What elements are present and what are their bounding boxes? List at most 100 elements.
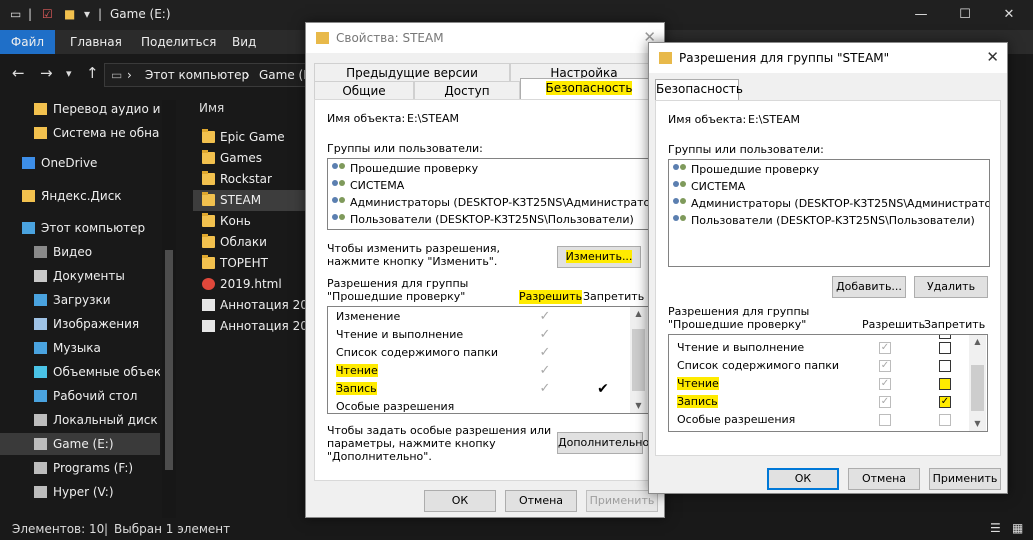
sidebar-item[interactable]: Изображения: [0, 313, 160, 335]
file-list-item[interactable]: Rockstar: [193, 169, 305, 190]
scroll-up-icon[interactable]: ▲: [630, 307, 647, 321]
file-list-item[interactable]: STEAM: [193, 190, 305, 211]
cancel-button[interactable]: Отмена: [848, 468, 920, 490]
file-list-item[interactable]: Облаки: [193, 232, 305, 253]
sidebar-item[interactable]: Hyper (V:): [0, 481, 160, 503]
sidebar-item[interactable]: Рабочий стол: [0, 385, 160, 407]
users-icon: [332, 180, 347, 192]
sidebar-item[interactable]: Документы: [0, 265, 160, 287]
up-arrow-icon[interactable]: ↑: [86, 64, 99, 82]
sidebar-item-label: Объемные объекть: [53, 365, 160, 379]
file-list-item[interactable]: TOPEHT: [193, 253, 305, 274]
change-button[interactable]: Изменить...: [557, 246, 641, 268]
sidebar-item[interactable]: Система не обнару:: [0, 122, 160, 144]
deny-checkbox[interactable]: ✓: [939, 396, 951, 408]
groups-list[interactable]: Прошедшие проверку СИСТЕМА Администраторы …: [668, 159, 990, 267]
sidebar-item[interactable]: Музыка: [0, 337, 160, 359]
details-view-icon[interactable]: ☰: [990, 521, 1001, 535]
sidebar-item[interactable]: Этот компьютер: [0, 217, 160, 239]
downloads-icon: [34, 294, 47, 306]
sidebar-item[interactable]: OneDrive: [0, 152, 160, 174]
sidebar-item[interactable]: Перевод аудио и ви: [0, 98, 160, 120]
sidebar-item[interactable]: Локальный диск (C:: [0, 409, 160, 431]
breadcrumb-chevron-icon[interactable]: ›: [245, 68, 250, 82]
allow-checkbox[interactable]: ✓: [879, 396, 891, 408]
sidebar-item[interactable]: Game (E:): [0, 433, 160, 455]
deny-checkbox[interactable]: [939, 360, 951, 372]
new-folder-icon[interactable]: ■: [64, 7, 75, 21]
forward-arrow-icon[interactable]: →: [40, 64, 53, 82]
maximize-icon[interactable]: ☐: [950, 4, 980, 26]
scrollbar-thumb[interactable]: [632, 329, 645, 391]
recent-locations-chevron-icon[interactable]: ▾: [66, 67, 72, 80]
ok-button[interactable]: ОК: [767, 468, 839, 490]
close-icon[interactable]: ✕: [994, 4, 1024, 26]
permission-label: Особые разрешения: [336, 400, 455, 413]
breadcrumb-this-pc[interactable]: Этот компьютер: [145, 68, 249, 82]
sidebar-item[interactable]: Programs (F:): [0, 457, 160, 479]
allow-checkbox[interactable]: [879, 414, 891, 426]
permissions-label-2: "Прошедшие проверку": [327, 290, 466, 303]
cancel-button[interactable]: Отмена: [505, 490, 577, 512]
sidebar-item[interactable]: Яндекс.Диск: [0, 185, 160, 207]
apply-button[interactable]: Применить: [929, 468, 1001, 490]
file-list-item[interactable]: Аннотация 2020: [193, 316, 305, 337]
allow-column-header: Разрешить: [862, 318, 926, 331]
change-hint-2: нажмите кнопку "Изменить".: [327, 255, 498, 268]
scroll-down-icon[interactable]: ▼: [969, 417, 986, 431]
deny-checkbox[interactable]: [939, 378, 951, 390]
scrollbar-thumb[interactable]: [971, 365, 984, 411]
file-list-item[interactable]: Epic Game: [193, 127, 305, 148]
quick-access-dropdown-icon[interactable]: ▾: [84, 7, 90, 21]
users-icon: [332, 197, 347, 209]
tab-previous-versions[interactable]: Предыдущие версии: [314, 63, 510, 83]
add-button[interactable]: Добавить...: [832, 276, 906, 298]
address-bar[interactable]: ▭ › Этот компьютер › Game (E:): [104, 63, 320, 87]
ok-button[interactable]: ОК: [424, 490, 496, 512]
allow-checkbox[interactable]: ✓: [879, 360, 891, 372]
deny-checkbox[interactable]: [939, 414, 951, 426]
window-menu-icon[interactable]: ▭: [10, 7, 21, 21]
object-name-value: E:\STEAM: [407, 112, 460, 125]
ribbon-tab-home[interactable]: Главная: [70, 35, 122, 49]
permissions-scrollbar[interactable]: ▲ ▼: [630, 307, 647, 413]
folder-icon: [202, 150, 215, 164]
ribbon-tab-file[interactable]: Файл: [0, 30, 55, 54]
allow-checkbox[interactable]: ✓: [879, 342, 891, 354]
advanced-button[interactable]: Дополнительно: [557, 432, 649, 454]
permissions-list: ▲ ▼ Чтение и выполнение ✓ Список содержимо…: [668, 334, 988, 432]
scrollbar-thumb[interactable]: [165, 250, 173, 470]
scroll-down-icon[interactable]: ▼: [630, 399, 647, 413]
back-arrow-icon[interactable]: ←: [12, 64, 25, 82]
file-list-item[interactable]: 2019.html: [193, 274, 305, 295]
deny-checkbox[interactable]: [939, 335, 951, 339]
properties-title-bar: Свойства: STEAM ✕: [306, 23, 664, 53]
ribbon-tab-share[interactable]: Поделиться: [141, 35, 216, 49]
groups-list[interactable]: Прошедшие проверку СИСТЕМА Администраторы …: [327, 158, 649, 230]
nav-scrollbar[interactable]: [162, 100, 176, 518]
deny-checkbox[interactable]: [939, 342, 951, 354]
allow-checkbox[interactable]: ✓: [879, 378, 891, 390]
close-icon[interactable]: ✕: [986, 48, 999, 66]
properties-icon[interactable]: ☑: [42, 7, 53, 21]
scroll-up-icon[interactable]: ▲: [969, 335, 986, 349]
permissions-scrollbar[interactable]: ▲ ▼: [969, 335, 986, 431]
breadcrumb-chevron-icon[interactable]: ›: [127, 68, 132, 82]
sidebar-item[interactable]: Загрузки: [0, 289, 160, 311]
minimize-icon[interactable]: —: [906, 4, 936, 26]
ribbon-tab-view[interactable]: Вид: [232, 35, 256, 49]
column-header-name[interactable]: Имя: [199, 101, 224, 115]
tab-security[interactable]: Безопасность: [520, 78, 658, 100]
sidebar-item[interactable]: Объемные объекть: [0, 361, 160, 383]
cloud-icon: [22, 157, 35, 169]
large-icons-view-icon[interactable]: ▦: [1012, 521, 1023, 535]
tab-sharing[interactable]: Доступ: [414, 81, 520, 101]
sidebar-item[interactable]: Видео: [0, 241, 160, 263]
file-list-item[interactable]: Games: [193, 148, 305, 169]
file-list-item[interactable]: Конь: [193, 211, 305, 232]
remove-button[interactable]: Удалить: [914, 276, 988, 298]
tab-general[interactable]: Общие: [314, 81, 414, 101]
file-list-item[interactable]: Аннотация 2020: [193, 295, 305, 316]
tab-security[interactable]: Безопасность: [655, 79, 743, 101]
advanced-hint: Чтобы задать особые разрешения или: [327, 424, 552, 437]
